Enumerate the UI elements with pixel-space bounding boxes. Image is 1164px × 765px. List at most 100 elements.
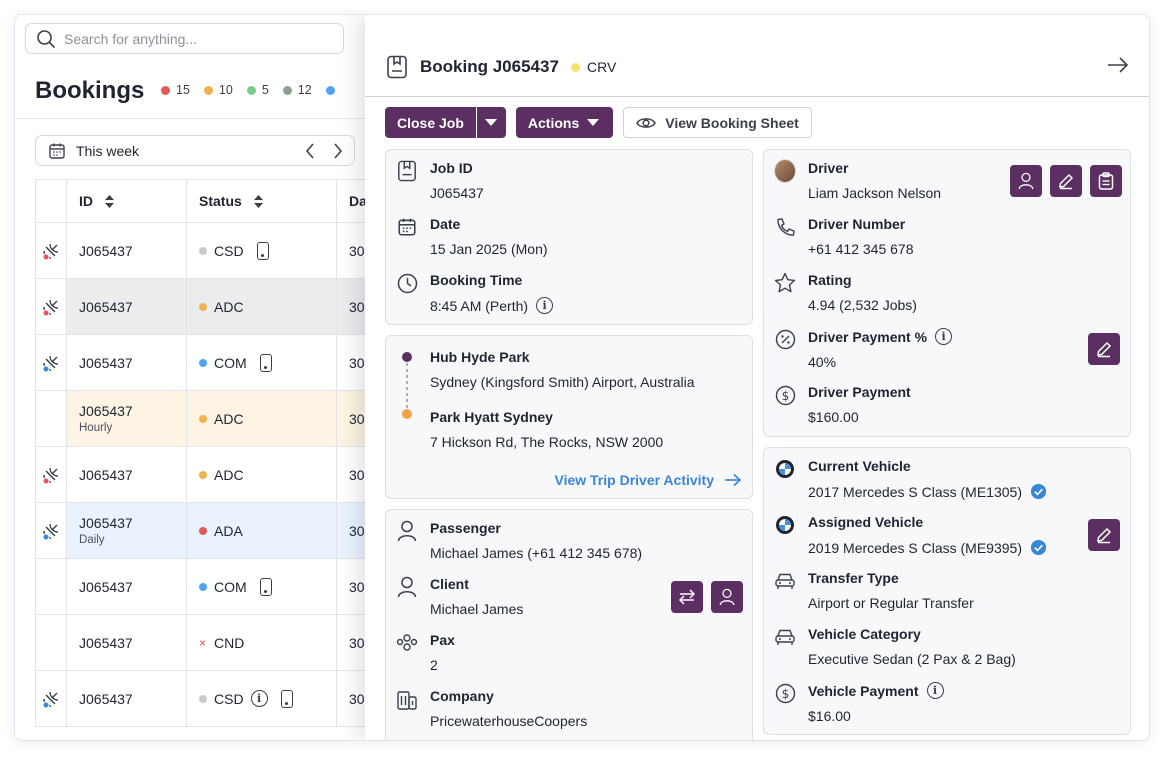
status-count: 12 xyxy=(282,83,312,97)
driver-number-field: Driver Number +61 412 345 678 xyxy=(774,216,914,257)
week-selector[interactable]: This week xyxy=(35,135,355,166)
row-icon-cell xyxy=(36,671,67,726)
divider xyxy=(15,118,375,119)
status-badge: CRV xyxy=(571,59,616,75)
close-job-button[interactable]: Close Job xyxy=(385,107,506,138)
satellite-icon[interactable] xyxy=(41,241,61,261)
panel-actions: Close Job Actions View Booking Sheet xyxy=(385,107,812,138)
status-cell: COM xyxy=(187,335,337,390)
info-icon[interactable]: i xyxy=(536,297,554,314)
status-cell: ADA xyxy=(187,503,337,558)
status-count: 5 xyxy=(246,83,269,97)
table-header: ID Status Da xyxy=(36,180,395,223)
table-row[interactable]: J065437 CSD 30 xyxy=(36,223,395,279)
driver-profile-button[interactable] xyxy=(1010,165,1042,197)
status-label: ADC xyxy=(214,298,244,315)
passenger-label: Passenger xyxy=(430,520,501,536)
satellite-icon[interactable] xyxy=(41,353,61,373)
driver-payment-pct-field: Driver Payment % i 40% xyxy=(774,328,953,370)
avatar xyxy=(774,159,796,183)
app-window: Search for anything... Bookings 15 10 5 12 … xyxy=(14,14,1150,741)
date-label: Date xyxy=(430,216,461,232)
dollar-icon: $ xyxy=(775,683,795,703)
link-label: View Trip Driver Activity xyxy=(554,472,714,488)
view-booking-sheet-label: View Booking Sheet xyxy=(665,114,799,131)
id-cell: J065437 xyxy=(67,615,187,670)
panel-title: Booking J065437 xyxy=(420,57,559,76)
table-row[interactable]: J065437 × CND 30 xyxy=(36,615,395,671)
edit-vehicle-button[interactable] xyxy=(1088,519,1120,551)
search-input[interactable]: Search for anything... xyxy=(25,23,344,54)
column-status[interactable]: Status xyxy=(187,180,337,222)
status-dot xyxy=(199,694,207,703)
satellite-icon[interactable] xyxy=(41,465,61,485)
date-value: 30 xyxy=(349,690,365,707)
chevron-left-icon[interactable] xyxy=(304,142,316,160)
mobile-icon xyxy=(259,577,272,596)
table-row[interactable]: J065437 COM 30 xyxy=(36,559,395,615)
header-icon-cell xyxy=(36,180,67,222)
info-icon[interactable]: i xyxy=(935,328,953,345)
pencil-icon xyxy=(1097,527,1112,544)
driver-schedule-button[interactable] xyxy=(1090,165,1122,197)
info-icon[interactable]: i xyxy=(250,690,268,707)
booking-type: Hourly xyxy=(79,422,113,434)
actions-button[interactable]: Actions xyxy=(515,107,614,138)
satellite-icon[interactable] xyxy=(41,521,61,541)
table-row[interactable]: J065437 COM 30 xyxy=(36,335,395,391)
bookings-pane: Search for anything... Bookings 15 10 5 12 … xyxy=(15,15,395,740)
status-dot xyxy=(246,85,256,95)
row-icon-cell xyxy=(36,447,67,502)
job-id-label: Job ID xyxy=(430,160,473,176)
status-label: CSD xyxy=(214,242,244,259)
edit-driver-button[interactable] xyxy=(1050,165,1082,197)
satellite-icon[interactable] xyxy=(41,689,61,709)
view-trip-driver-activity-link[interactable]: View Trip Driver Activity xyxy=(554,472,742,488)
status-cell: CSD i xyxy=(187,671,337,726)
info-icon[interactable]: i xyxy=(926,682,944,699)
row-icon-cell xyxy=(36,391,67,446)
satellite-icon[interactable] xyxy=(41,297,61,317)
status-dot xyxy=(199,246,207,255)
booking-time-field: Booking Time 8:45 AM (Perth) i xyxy=(396,272,554,314)
client-profile-button[interactable] xyxy=(711,581,743,613)
vehicle-payment-value: $16.00 xyxy=(808,708,851,724)
status-dot xyxy=(161,85,170,95)
sort-icon[interactable] xyxy=(105,194,114,208)
pax-label: Pax xyxy=(430,632,455,648)
swap-client-button[interactable] xyxy=(671,581,703,613)
driver-value: Liam Jackson Nelson xyxy=(808,185,942,201)
id-cell: J065437 xyxy=(67,447,187,502)
view-booking-sheet-button[interactable]: View Booking Sheet xyxy=(623,107,812,138)
status-count: 15 xyxy=(161,83,190,97)
building-icon xyxy=(397,691,417,710)
table-row[interactable]: J065437 CSD i 30 xyxy=(36,671,395,727)
driver-payment-pct-value: 40% xyxy=(808,354,837,370)
trip-card: Hub Hyde Park Sydney (Kingsford Smith) A… xyxy=(385,335,753,499)
table-row[interactable]: J065437 Hourly ADC 30 xyxy=(36,391,395,447)
status-cell: × CND xyxy=(187,615,337,670)
calendar-icon xyxy=(398,218,416,236)
status-label: COM xyxy=(214,354,247,371)
assigned-vehicle-value: 2019 Mercedes S Class (ME9395) xyxy=(808,539,1022,556)
booking-id: J065437 xyxy=(79,634,133,651)
bmw-logo-icon xyxy=(776,516,794,534)
id-cell: J065437 Hourly xyxy=(67,391,187,446)
arrow-right-icon[interactable] xyxy=(1107,57,1129,73)
user-icon xyxy=(719,588,735,606)
svg-text:$: $ xyxy=(781,389,789,403)
column-id[interactable]: ID xyxy=(67,180,187,222)
date-value: 30 xyxy=(349,298,365,315)
sort-icon[interactable] xyxy=(253,194,263,208)
table-row[interactable]: J065437 ADC 30 xyxy=(36,279,395,335)
driver-number-label: Driver Number xyxy=(808,216,906,232)
chevron-right-icon[interactable] xyxy=(332,142,344,160)
status-dot xyxy=(282,85,292,95)
edit-driver-payment-button[interactable] xyxy=(1088,333,1120,365)
booking-icon xyxy=(398,160,416,182)
table-row[interactable]: J065437 ADC 30 xyxy=(36,447,395,503)
company-field: Company PricewaterhouseCoopers xyxy=(396,688,587,729)
close-job-dropdown[interactable] xyxy=(475,107,506,138)
table-row[interactable]: J065437 Daily ADA 30 xyxy=(36,503,395,559)
id-cell: J065437 xyxy=(67,559,187,614)
